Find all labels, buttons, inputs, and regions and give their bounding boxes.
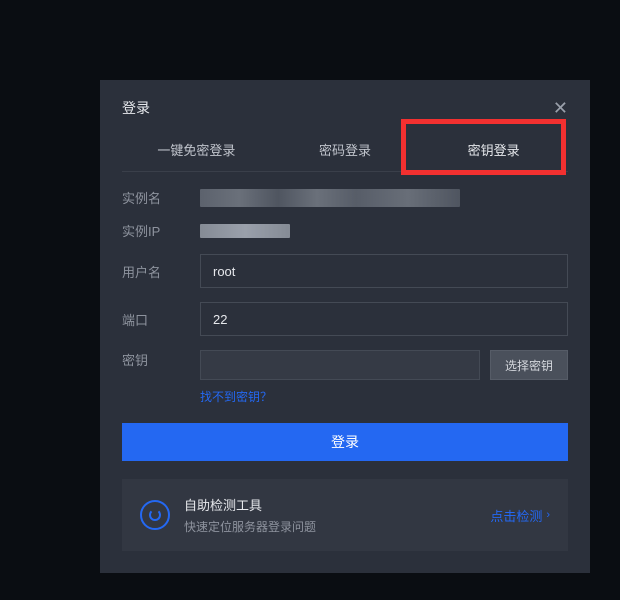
login-tabs: 一键免密登录 密码登录 密钥登录 xyxy=(122,128,568,172)
detect-subtitle: 快速定位服务器登录问题 xyxy=(184,518,476,535)
tab-key-login[interactable]: 密钥登录 xyxy=(419,128,568,171)
power-icon xyxy=(140,500,170,530)
modal-title: 登录 xyxy=(122,98,150,118)
instance-ip-value-redacted xyxy=(200,224,290,238)
username-input[interactable] xyxy=(200,254,568,288)
self-detect-box: 自助检测工具 快速定位服务器登录问题 点击检测 › xyxy=(122,479,568,551)
find-key-link[interactable]: 找不到密钥？ xyxy=(200,388,568,405)
tab-quick-login[interactable]: 一键免密登录 xyxy=(122,128,271,171)
port-input[interactable] xyxy=(200,302,568,336)
close-icon[interactable]: ✕ xyxy=(553,99,568,117)
key-label: 密钥 xyxy=(122,350,200,369)
login-button[interactable]: 登录 xyxy=(122,423,568,461)
port-row: 端口 xyxy=(122,302,568,336)
login-modal: 登录 ✕ 一键免密登录 密码登录 密钥登录 实例名 实例IP 用户名 端口 密钥 xyxy=(100,80,590,573)
chevron-right-icon: › xyxy=(546,509,550,521)
tab-password-login[interactable]: 密码登录 xyxy=(271,128,420,171)
detect-action-link[interactable]: 点击检测 › xyxy=(490,506,550,525)
instance-ip-row: 实例IP xyxy=(122,221,568,240)
instance-name-row: 实例名 xyxy=(122,188,568,207)
key-display[interactable] xyxy=(200,350,480,380)
key-row: 密钥 选择密钥 找不到密钥？ xyxy=(122,350,568,405)
select-key-button[interactable]: 选择密钥 xyxy=(490,350,568,380)
login-form: 实例名 实例IP 用户名 端口 密钥 选择密钥 找不到密钥？ xyxy=(100,172,590,405)
instance-ip-label: 实例IP xyxy=(122,221,200,240)
modal-header: 登录 ✕ xyxy=(100,80,590,128)
username-row: 用户名 xyxy=(122,254,568,288)
detect-title: 自助检测工具 xyxy=(184,495,476,514)
instance-name-label: 实例名 xyxy=(122,188,200,207)
detect-action-label: 点击检测 xyxy=(490,506,542,525)
username-label: 用户名 xyxy=(122,262,200,281)
instance-name-value-redacted xyxy=(200,189,460,207)
port-label: 端口 xyxy=(122,310,200,329)
